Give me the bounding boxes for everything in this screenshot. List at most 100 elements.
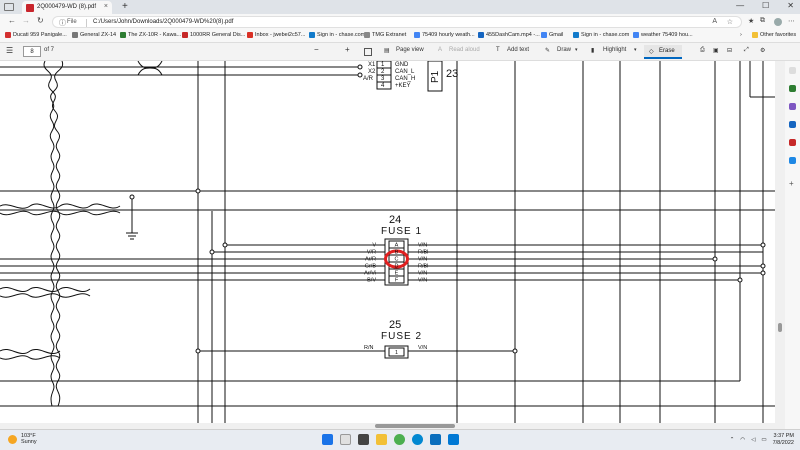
eraser-icon: ◇ <box>649 49 654 55</box>
tray-chevron-icon[interactable]: ⌃ <box>730 437 735 443</box>
fuse1-number: 24 <box>389 214 401 226</box>
bookmark-label: The ZX-10R - Kawa... <box>128 32 182 38</box>
sidebar-shopping-icon[interactable] <box>789 85 796 92</box>
add-text-icon[interactable]: T <box>496 47 500 53</box>
bookmark-item[interactable]: Ducati 959 Panigale... <box>5 32 67 38</box>
other-favorites-folder[interactable]: Other favorites <box>752 32 796 38</box>
fuse1-left-wire: Ar/Vi <box>364 271 376 277</box>
connector-tag: P1 <box>430 70 441 83</box>
sidebar-office-icon[interactable] <box>789 139 796 146</box>
read-aloud-button[interactable]: Read aloud <box>449 47 480 53</box>
clock-date: 7/8/2022 <box>772 440 794 446</box>
horizontal-scroll-thumb[interactable] <box>375 424 455 428</box>
back-button[interactable]: ← <box>8 16 16 25</box>
bookmark-item[interactable]: The ZX-10R - Kawa... <box>120 32 181 38</box>
wifi-icon[interactable]: ◠ <box>740 437 745 443</box>
highlight-button[interactable]: Highlight <box>603 47 626 53</box>
bookmark-item[interactable]: 75409 hourly weath... <box>414 32 475 38</box>
store-icon[interactable] <box>448 434 459 445</box>
bookmark-item[interactable]: 455DashCam.mp4 -... <box>478 32 540 38</box>
sidebar-tools-icon[interactable] <box>789 103 796 110</box>
browser-tab[interactable]: 2Q000479-WD (8).pdf × <box>22 1 112 14</box>
bookmark-item[interactable]: Sign in - chase.com <box>309 32 365 38</box>
add-text-button[interactable]: Add text <box>507 47 529 53</box>
sun-icon <box>8 434 17 444</box>
tab-title: 2Q000479-WD (8).pdf <box>37 4 97 10</box>
bookmark-item[interactable]: Inbox - jwebei2c57... <box>247 32 305 38</box>
fuse1-slot: E <box>395 271 399 277</box>
clock-time: 3:37 PM <box>773 433 794 439</box>
tab-close-icon[interactable]: × <box>104 3 108 10</box>
file-explorer-icon[interactable] <box>376 434 387 445</box>
fuse1-right-wire: R/Bl <box>418 264 428 270</box>
bookmark-item[interactable]: weather 75409 hou... <box>633 32 693 38</box>
search-icon[interactable] <box>340 434 351 445</box>
vertical-scrollbar[interactable] <box>775 61 785 429</box>
favorites-icon[interactable]: ★ <box>748 17 754 25</box>
new-tab-button[interactable]: + <box>122 1 128 12</box>
bookmark-item[interactable]: General ZX-14 <box>72 32 116 38</box>
vertical-scroll-thumb[interactable] <box>778 323 782 332</box>
forward-button[interactable]: → <box>22 16 30 25</box>
sidebar-outlook-icon[interactable] <box>789 157 796 164</box>
bookmark-item[interactable]: TMG Extranet <box>364 32 406 38</box>
chrome-icon[interactable] <box>394 434 405 445</box>
bookmark-item[interactable]: Gmail <box>541 32 563 38</box>
start-icon[interactable] <box>322 434 333 445</box>
fuse2-left-wire: R/N <box>364 345 374 351</box>
pin-wire-3: A/R <box>363 76 374 82</box>
sidebar-add-icon[interactable]: + <box>789 179 794 188</box>
fuse1-right-wire: V/N <box>418 243 427 249</box>
url-text[interactable]: C:/Users/John/Downloads/2Q000479-WD%20(8… <box>93 19 233 25</box>
draw-icon[interactable]: ✎ <box>545 47 550 54</box>
draw-button[interactable]: Draw <box>557 47 571 53</box>
fullscreen-icon[interactable]: ⤢ <box>744 47 749 54</box>
bookmark-favicon-icon <box>364 32 370 38</box>
task-view-icon[interactable] <box>358 434 369 445</box>
profile-avatar[interactable] <box>774 18 782 26</box>
connector-number: 23 <box>446 68 458 80</box>
bookmark-label: Sign in - chase.com <box>581 32 630 38</box>
battery-icon[interactable]: ▭ <box>761 437 766 443</box>
contents-icon[interactable]: ☰ <box>6 46 13 55</box>
pdf-document[interactable]: X1 X2 A/R 1 2 3 4 GND CAN_L CAN_H +KEY P… <box>0 61 775 429</box>
read-aloud-icon[interactable]: A <box>712 18 717 25</box>
volume-icon[interactable]: ◁ <box>751 437 755 443</box>
bookmark-item[interactable]: 1000RR General Dis... <box>182 32 245 38</box>
page-number-input[interactable]: 8 <box>23 46 41 57</box>
zoom-in-button[interactable]: + <box>345 45 350 54</box>
fuse1-left-wire: V/R <box>367 250 376 256</box>
weather-widget[interactable]: 103°F Sunny <box>8 433 37 445</box>
minimize-button[interactable]: — <box>736 1 744 10</box>
erase-button[interactable]: ◇ Erase <box>644 45 682 59</box>
print-icon[interactable]: ⎙ <box>700 47 705 54</box>
bookmark-item[interactable]: Sign in - chase.com <box>573 32 629 38</box>
sidebar-games-icon[interactable] <box>789 121 796 128</box>
close-window-button[interactable]: ✕ <box>787 1 794 10</box>
address-bar[interactable]: ⓘ File C:/Users/John/Downloads/2Q000479-… <box>52 16 742 28</box>
draw-chevron-icon[interactable]: ▾ <box>575 47 578 53</box>
page-view-button[interactable]: Page view <box>396 47 424 53</box>
tab-actions-icon[interactable] <box>4 3 14 11</box>
pin-signal-1: GND <box>395 62 409 68</box>
read-aloud-button-icon[interactable]: A <box>438 47 442 53</box>
edge-icon[interactable] <box>412 434 423 445</box>
more-favorites-chevron-icon[interactable]: › <box>740 32 742 38</box>
outlook-icon[interactable] <box>430 434 441 445</box>
sidebar-search-icon[interactable] <box>789 67 796 74</box>
save-icon[interactable]: ▣ <box>713 47 719 54</box>
save-as-icon[interactable]: ⊟ <box>727 47 732 54</box>
clock[interactable]: 3:37 PM 7/8/2022 <box>773 433 794 447</box>
maximize-button[interactable]: ☐ <box>762 1 769 10</box>
refresh-button[interactable]: ↻ <box>37 16 44 25</box>
highlight-icon[interactable]: ▮ <box>591 47 594 54</box>
fit-page-icon[interactable] <box>364 48 372 56</box>
bookmark-favicon-icon <box>573 32 579 38</box>
zoom-out-button[interactable]: − <box>314 45 319 54</box>
favorite-star-icon[interactable]: ☆ <box>727 18 733 26</box>
page-view-icon[interactable]: ▤ <box>384 47 390 54</box>
more-menu-icon[interactable]: ⋯ <box>788 17 795 25</box>
pdf-settings-icon[interactable]: ⚙ <box>760 47 765 54</box>
collections-icon[interactable]: ⧉ <box>760 17 765 25</box>
highlight-chevron-icon[interactable]: ▾ <box>634 47 637 53</box>
